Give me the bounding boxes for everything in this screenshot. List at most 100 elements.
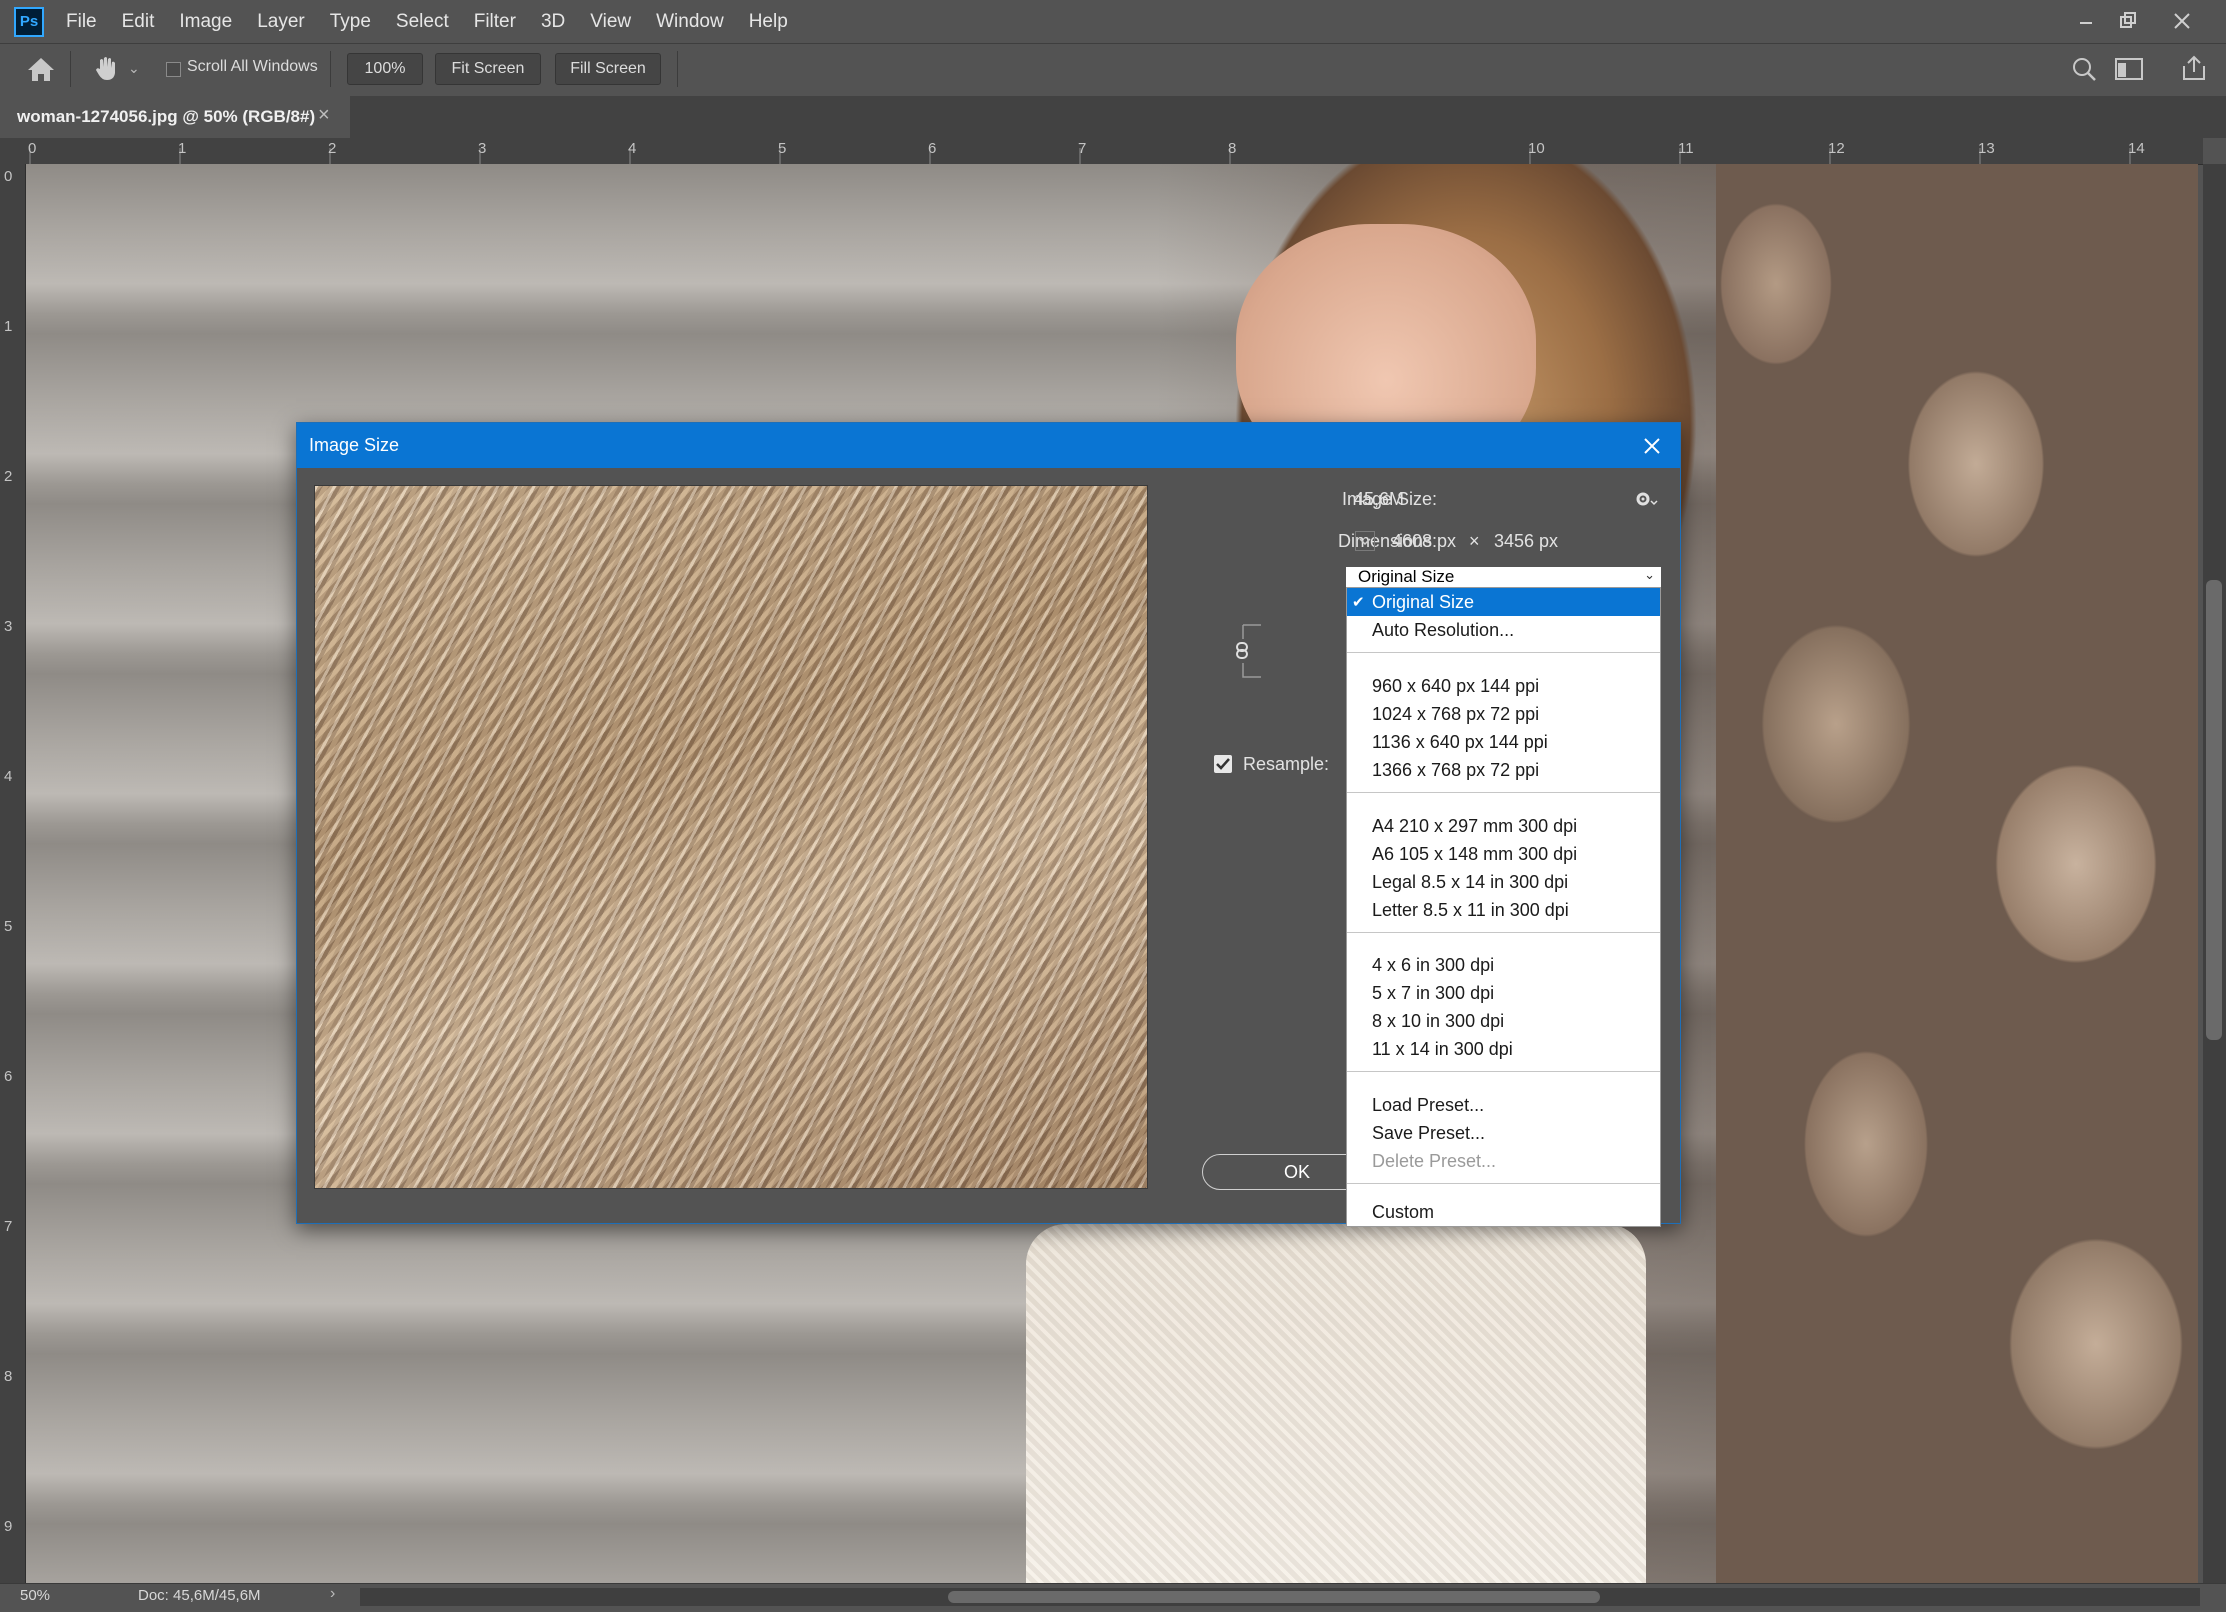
dropdown-option-disabled: Delete Preset... — [1372, 1150, 1497, 1171]
menu-bar: Ps File Edit Image Layer Type Select Fil… — [0, 0, 2226, 43]
chevron-down-icon[interactable]: ⌄ — [128, 60, 140, 77]
ruler-label: 3 — [478, 140, 487, 157]
checkmark-icon: ✔ — [1352, 594, 1365, 611]
scroll-all-windows-label: Scroll All Windows — [187, 58, 318, 75]
dimension-width-value: 4608 px — [1392, 531, 1457, 551]
menu-help[interactable]: Help — [749, 11, 788, 33]
ruler-label: 1 — [4, 318, 13, 335]
menu-window[interactable]: Window — [656, 11, 724, 33]
ruler-label: 2 — [328, 140, 337, 157]
dropdown-option[interactable]: Save Preset... — [1347, 1119, 1660, 1147]
dropdown-option[interactable]: Legal 8.5 x 14 in 300 dpi — [1347, 868, 1660, 896]
chevron-down-icon — [1359, 538, 1371, 546]
status-zoom[interactable]: 50% — [20, 1587, 50, 1604]
menu-filter[interactable]: Filter — [474, 11, 516, 33]
dropdown-separator — [1347, 652, 1660, 653]
constrain-proportions-button[interactable] — [1233, 621, 1263, 686]
share-icon — [2183, 55, 2205, 80]
menu-image[interactable]: Image — [179, 11, 232, 33]
ruler-label: 5 — [4, 918, 13, 935]
menu-type[interactable]: Type — [330, 11, 371, 33]
ruler-label: 4 — [4, 768, 13, 785]
dropdown-option[interactable]: Auto Resolution... — [1347, 616, 1660, 644]
minimize-button[interactable] — [2064, 4, 2108, 38]
ruler-label: 7 — [4, 1218, 13, 1235]
menu-layer[interactable]: Layer — [257, 11, 305, 33]
fit-to-dropdown-menu: ✔ Original Size Auto Resolution... 960 x… — [1346, 587, 1661, 1227]
dropdown-separator — [1347, 792, 1660, 793]
hand-tool-button[interactable] — [92, 53, 122, 88]
dropdown-option[interactable]: ✔ Original Size — [1347, 588, 1660, 616]
dimension-height-value: 3456 px — [1494, 531, 1559, 551]
share-button[interactable] — [2180, 54, 2208, 87]
separator — [70, 51, 71, 87]
dropdown-option[interactable]: Load Preset... — [1347, 1091, 1660, 1119]
dimension-times: × — [1469, 531, 1480, 551]
dropdown-option[interactable]: 1024 x 768 px 72 ppi — [1347, 700, 1660, 728]
photo-woman-dress — [1026, 1224, 1646, 1583]
resample-checkbox[interactable] — [1214, 755, 1232, 773]
vertical-scroll-thumb[interactable] — [2206, 580, 2222, 1040]
dropdown-option[interactable]: 11 x 14 in 300 dpi — [1347, 1035, 1660, 1063]
fit-screen-button[interactable]: Fit Screen — [435, 53, 541, 85]
ruler-top: 0 1 2 3 4 5 6 7 8 10 11 12 13 14 — [25, 138, 2203, 165]
image-size-value: 45,6M — [1354, 489, 1405, 509]
ruler-label: 4 — [628, 140, 637, 157]
image-preview[interactable] — [314, 485, 1148, 1189]
tab-close-button[interactable]: × — [318, 104, 330, 127]
dropdown-option[interactable]: 1366 x 768 px 72 ppi — [1347, 756, 1660, 784]
close-window-button[interactable] — [2160, 4, 2204, 38]
dropdown-separator — [1347, 1183, 1660, 1184]
dropdown-option[interactable]: A6 105 x 148 mm 300 dpi — [1347, 840, 1660, 868]
separator — [677, 51, 678, 87]
dropdown-option[interactable]: 5 x 7 in 300 dpi — [1347, 979, 1660, 1007]
dropdown-option[interactable]: 8 x 10 in 300 dpi — [1347, 1007, 1660, 1035]
settings-button[interactable] — [1634, 489, 1658, 514]
dropdown-option[interactable]: 960 x 640 px 144 ppi — [1347, 672, 1660, 700]
ruler-label: 14 — [2128, 140, 2145, 157]
ruler-label: 1 — [178, 140, 187, 157]
fill-screen-button[interactable]: Fill Screen — [555, 53, 661, 85]
dropdown-option-label: Original Size — [1372, 591, 1475, 612]
menu-select[interactable]: Select — [396, 11, 449, 33]
dropdown-option[interactable]: Letter 8.5 x 11 in 300 dpi — [1347, 896, 1660, 924]
dropdown-option[interactable]: 4 x 6 in 300 dpi — [1347, 951, 1660, 979]
document-tab[interactable]: woman-1274056.jpg @ 50% (RGB/8#) — [0, 96, 350, 138]
ruler-label: 10 — [1528, 140, 1545, 157]
restore-icon — [2120, 12, 2136, 28]
dropdown-option[interactable]: 1136 x 640 px 144 ppi — [1347, 728, 1660, 756]
ruler-label: 6 — [928, 140, 937, 157]
home-icon — [28, 58, 54, 81]
ruler-label: 8 — [1228, 140, 1237, 157]
chevron-down-icon: ⌄ — [1644, 567, 1655, 582]
horizontal-scroll-thumb[interactable] — [948, 1591, 1600, 1603]
dimensions-unit-dropdown[interactable] — [1355, 531, 1375, 551]
image-size-dialog: Image Size Image Size: 45,6M Dimensions:… — [296, 422, 1681, 1227]
ruler-label: 0 — [4, 168, 13, 185]
home-button[interactable] — [26, 55, 56, 88]
separator — [330, 51, 331, 87]
search-button[interactable] — [2071, 56, 2097, 87]
workspace-button[interactable] — [2115, 58, 2143, 85]
ruler-label: 6 — [4, 1068, 13, 1085]
dropdown-option[interactable]: A4 210 x 297 mm 300 dpi — [1347, 812, 1660, 840]
options-bar — [0, 43, 2226, 97]
menu-file[interactable]: File — [66, 11, 97, 33]
restore-button[interactable] — [2106, 4, 2150, 38]
fit-to-select[interactable]: Original Size ⌄ — [1346, 567, 1661, 587]
photoshop-logo: Ps — [14, 6, 44, 37]
close-icon — [1644, 438, 1660, 454]
scroll-all-windows-checkbox[interactable] — [166, 62, 181, 77]
checkmark-icon — [1216, 758, 1230, 770]
menu-edit[interactable]: Edit — [122, 11, 155, 33]
status-expand-icon[interactable]: › — [330, 1585, 335, 1603]
menu-view[interactable]: View — [590, 11, 631, 33]
dropdown-option[interactable]: Custom — [1347, 1198, 1660, 1226]
workspace-icon — [2115, 58, 2143, 80]
ruler-label: 3 — [4, 618, 13, 635]
ruler-label: 9 — [4, 1518, 13, 1535]
link-icon — [1236, 624, 1261, 678]
menu-3d[interactable]: 3D — [541, 11, 565, 33]
zoom-100-button[interactable]: 100% — [347, 53, 423, 85]
dialog-close-button[interactable] — [1635, 429, 1669, 463]
